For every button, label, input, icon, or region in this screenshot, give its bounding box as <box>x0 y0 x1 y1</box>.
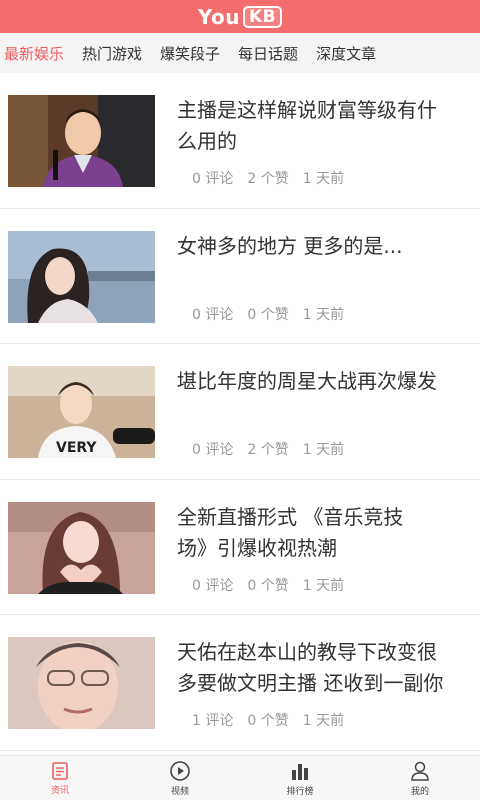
article-meta: 0 评论 2 个赞 1 天前 <box>192 439 358 459</box>
nav-news-label: 资讯 <box>50 785 69 796</box>
nav-news[interactable]: 资讯 <box>0 756 120 800</box>
category-tabs: 最新娱乐 热门游戏 爆笑段子 每日话题 深度文章 <box>0 33 480 73</box>
post-time: 1 天前 <box>302 442 345 458</box>
like-count: 2 个赞 <box>247 171 289 187</box>
article-title-line: 么用的 <box>177 129 237 153</box>
article-meta: 1 评论 0 个赞 1 天前 <box>192 710 358 730</box>
article-item[interactable]: 全新直播形式 《音乐竞技 场》引爆收视热潮 0 评论 0 个赞 1 天前 <box>0 480 480 615</box>
like-count: 0 个赞 <box>247 306 289 323</box>
article-title-line: 多要做文明主播 还收到一副你 <box>177 671 444 695</box>
comment-count: 0 评论 <box>192 442 234 458</box>
like-count: 0 个赞 <box>247 713 289 729</box>
tab-funny-jokes[interactable]: 爆笑段子 <box>160 43 220 64</box>
post-time: 1 天前 <box>302 713 345 729</box>
article-item[interactable]: 天佑在赵本山的教导下改变很 多要做文明主播 还收到一副你 1 评论 0 个赞 1… <box>0 615 480 751</box>
comment-count: 0 评论 <box>192 171 234 187</box>
nav-ranking-label: 排行榜 <box>286 786 314 797</box>
tab-latest-entertainment[interactable]: 最新娱乐 <box>4 43 64 64</box>
article-thumbnail <box>8 501 155 594</box>
article-thumbnail <box>8 95 155 187</box>
article-thumbnail: VERY <box>8 366 155 458</box>
nav-ranking[interactable]: 排行榜 <box>240 756 360 800</box>
tab-daily-topics[interactable]: 每日话题 <box>238 43 298 64</box>
article-meta: 0 评论 2 个赞 1 天前 <box>192 168 358 188</box>
article-item[interactable]: VERY 堪比年度的周星大战再次爆发 0 评论 2 个赞 1 天前 <box>0 344 480 480</box>
article-title-line: 主播是这样解说财富等级有什 <box>177 98 437 122</box>
comment-count: 1 评论 <box>192 713 234 729</box>
article-thumbnail <box>8 230 155 323</box>
bottom-navigation: 资讯 视频 排行榜 我的 <box>0 755 480 800</box>
top-header: You KB <box>0 0 480 33</box>
article-title-line: 堪比年度的周星大战再次爆发 <box>177 369 437 393</box>
play-icon <box>170 760 190 781</box>
like-count: 0 个赞 <box>247 577 289 594</box>
article-title: 女神多的地方 更多的是... <box>177 231 477 262</box>
article-title: 堪比年度的周星大战再次爆发 <box>177 366 477 397</box>
comment-count: 0 评论 <box>192 577 234 594</box>
article-title: 天佑在赵本山的教导下改变很 多要做文明主播 还收到一副你 <box>177 637 477 699</box>
logo-box: KB <box>242 5 283 28</box>
article-title: 主播是这样解说财富等级有什 么用的 <box>177 95 477 157</box>
news-icon <box>52 761 68 780</box>
article-meta: 0 评论 0 个赞 1 天前 <box>192 304 358 324</box>
user-icon <box>411 761 429 781</box>
nav-profile[interactable]: 我的 <box>360 756 480 800</box>
article-title-line: 场》引爆收视热潮 <box>177 535 337 560</box>
tab-hot-games[interactable]: 热门游戏 <box>82 43 142 64</box>
comment-count: 0 评论 <box>192 306 234 323</box>
post-time: 1 天前 <box>302 171 345 187</box>
article-title-line: 天佑在赵本山的教导下改变很 <box>177 640 437 664</box>
post-time: 1 天前 <box>302 577 345 594</box>
article-title-line: 女神多的地方 更多的是... <box>177 233 403 258</box>
article-title-line: 全新直播形式 《音乐竞技 <box>177 504 404 529</box>
article-item[interactable]: 主播是这样解说财富等级有什 么用的 0 评论 2 个赞 1 天前 <box>0 73 480 209</box>
svg-text:VERY: VERY <box>56 440 97 456</box>
article-thumbnail <box>8 637 155 729</box>
app-root: You KB 最新娱乐 热门游戏 爆笑段子 每日话题 深度文章 主播是这样解说财… <box>0 0 480 800</box>
article-title: 全新直播形式 《音乐竞技 场》引爆收视热潮 <box>177 502 477 564</box>
logo-text: You <box>197 4 240 29</box>
nav-video-label: 视频 <box>170 786 189 797</box>
article-feed: 主播是这样解说财富等级有什 么用的 0 评论 2 个赞 1 天前 女神多的地方 … <box>0 73 480 755</box>
nav-profile-label: 我的 <box>410 786 429 797</box>
tab-deep-articles[interactable]: 深度文章 <box>316 43 376 64</box>
post-time: 1 天前 <box>302 306 345 323</box>
like-count: 2 个赞 <box>247 442 289 458</box>
nav-video[interactable]: 视频 <box>120 756 240 800</box>
app-logo: You KB <box>197 4 283 29</box>
article-meta: 0 评论 0 个赞 1 天前 <box>192 575 358 595</box>
article-item[interactable]: 女神多的地方 更多的是... 0 评论 0 个赞 1 天前 <box>0 209 480 344</box>
bar-chart-icon <box>292 763 308 780</box>
